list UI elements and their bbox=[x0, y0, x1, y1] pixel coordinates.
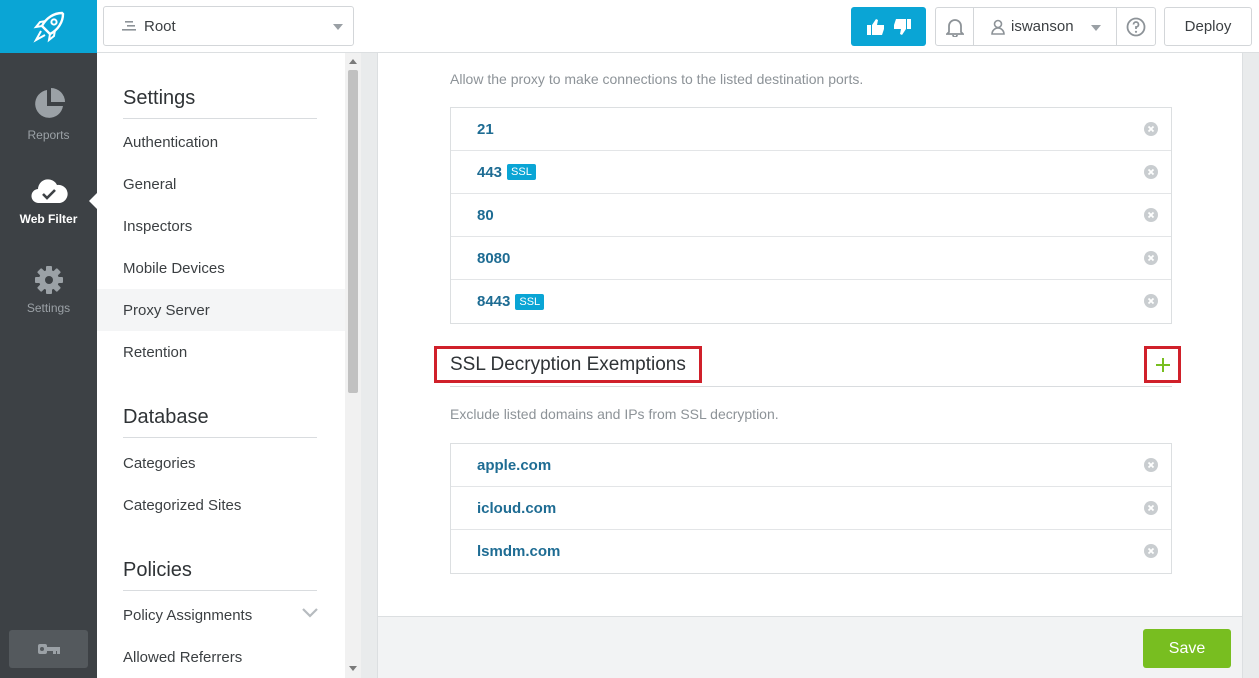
remove-icon[interactable] bbox=[1144, 122, 1158, 136]
help-button[interactable] bbox=[1116, 7, 1156, 46]
sidebar-item-categorized-sites[interactable]: Categorized Sites bbox=[97, 484, 345, 526]
port-value: 21 bbox=[477, 120, 494, 138]
ssl-exemptions-list: apple.com icloud.com lsmdm.com bbox=[450, 443, 1172, 574]
sidebar-item-allowed-referrers[interactable]: Allowed Referrers bbox=[97, 636, 345, 678]
sidebar-section-title: Settings bbox=[123, 87, 317, 119]
remove-icon[interactable] bbox=[1144, 165, 1158, 179]
hierarchy-icon bbox=[122, 21, 136, 31]
list-item: lsmdm.com bbox=[451, 530, 1171, 573]
ssl-badge: SSL bbox=[515, 293, 545, 310]
rail-item-label: Reports bbox=[27, 128, 70, 142]
port-value: 8080 bbox=[477, 249, 511, 267]
rail-item-settings[interactable]: Settings bbox=[0, 265, 97, 315]
username: iswanson bbox=[1011, 18, 1074, 35]
active-pointer bbox=[89, 193, 97, 209]
bell-icon bbox=[945, 18, 964, 37]
chevron-down-icon bbox=[333, 24, 343, 30]
app-logo[interactable] bbox=[0, 0, 97, 53]
sidebar-item-label: Policy Assignments bbox=[123, 606, 253, 624]
port-value: 443 bbox=[477, 163, 503, 181]
remove-icon[interactable] bbox=[1144, 251, 1158, 265]
root-label: Root bbox=[144, 17, 176, 35]
list-item: apple.com bbox=[451, 444, 1171, 487]
rail-item-label: Settings bbox=[26, 301, 71, 315]
list-item: 21 bbox=[451, 108, 1171, 151]
deploy-button[interactable]: Deploy bbox=[1164, 7, 1252, 46]
plus-icon bbox=[1155, 357, 1170, 372]
port-value: 80 bbox=[477, 206, 494, 224]
pie-chart-icon bbox=[34, 88, 65, 118]
remove-icon[interactable] bbox=[1144, 208, 1158, 222]
list-item: 80 bbox=[451, 194, 1171, 237]
sidebar-section-title: Database bbox=[123, 406, 317, 438]
remove-icon[interactable] bbox=[1144, 501, 1158, 515]
sidebar-item-retention[interactable]: Retention bbox=[97, 331, 345, 373]
chevron-down-icon bbox=[302, 608, 318, 618]
section-title: SSL Decryption Exemptions bbox=[434, 346, 702, 383]
sidebar-item-inspectors[interactable]: Inspectors bbox=[97, 205, 345, 247]
top-bar: Root iswanson Deploy bbox=[97, 0, 1259, 53]
rail-item-web-filter[interactable]: Web Filter bbox=[0, 176, 97, 226]
remove-icon[interactable] bbox=[1144, 294, 1158, 308]
sidebar-section-title: Policies bbox=[123, 559, 317, 591]
sidebar-item-proxy-server[interactable]: Proxy Server bbox=[97, 289, 345, 331]
user-menu[interactable]: iswanson bbox=[973, 7, 1117, 46]
user-icon bbox=[991, 19, 1005, 35]
help-icon bbox=[1126, 17, 1146, 36]
remove-icon[interactable] bbox=[1144, 544, 1158, 558]
sidebar-item-authentication[interactable]: Authentication bbox=[97, 121, 345, 163]
domain-value: apple.com bbox=[477, 456, 552, 474]
ssl-exemptions-description: Exclude listed domains and IPs from SSL … bbox=[450, 406, 779, 422]
proxy-server-panel: Allow the proxy to make connections to t… bbox=[377, 53, 1243, 678]
left-rail: Reports Web Filter Settings bbox=[0, 0, 97, 678]
root-selector[interactable]: Root bbox=[103, 6, 354, 46]
rocket-icon bbox=[32, 11, 64, 43]
scroll-up-arrow-icon[interactable] bbox=[349, 59, 357, 64]
remove-icon[interactable] bbox=[1144, 458, 1158, 472]
ssl-badge: SSL bbox=[507, 164, 536, 180]
add-exemption-button[interactable] bbox=[1144, 346, 1181, 383]
notifications-button[interactable] bbox=[935, 7, 974, 46]
scrollbar-thumb[interactable] bbox=[348, 70, 358, 393]
rail-item-reports[interactable]: Reports bbox=[0, 86, 97, 142]
cloud-check-icon bbox=[30, 179, 68, 204]
list-item: 8080 bbox=[451, 237, 1171, 280]
sidebar-item-categories[interactable]: Categories bbox=[97, 442, 345, 484]
ssl-exemptions-header: SSL Decryption Exemptions bbox=[434, 346, 1181, 387]
domain-value: icloud.com bbox=[477, 499, 557, 517]
thumbs-up-icon bbox=[866, 18, 884, 35]
form-footer: Save bbox=[377, 616, 1243, 678]
feedback-button[interactable] bbox=[851, 7, 926, 46]
list-item: 8443 SSL bbox=[451, 280, 1171, 323]
settings-sidebar: Settings Authentication General Inspecto… bbox=[97, 53, 345, 678]
sidebar-item-mobile-devices[interactable]: Mobile Devices bbox=[97, 247, 345, 289]
sidebar-item-general[interactable]: General bbox=[97, 163, 345, 205]
sidebar-item-policy-assignments[interactable]: Policy Assignments bbox=[97, 594, 345, 636]
list-item: icloud.com bbox=[451, 487, 1171, 530]
ports-description: Allow the proxy to make connections to t… bbox=[450, 71, 864, 87]
thumbs-down-icon bbox=[893, 18, 911, 35]
port-value: 8443 bbox=[477, 293, 511, 310]
rail-item-label: Web Filter bbox=[19, 212, 78, 226]
license-button[interactable] bbox=[9, 630, 88, 668]
ports-list: 21 443 SSL 80 8080 8443 SSL bbox=[450, 107, 1172, 324]
gear-icon bbox=[34, 266, 63, 294]
save-button[interactable]: Save bbox=[1143, 629, 1231, 668]
scroll-down-arrow-icon[interactable] bbox=[349, 666, 357, 671]
key-icon bbox=[37, 644, 60, 654]
chevron-down-icon bbox=[1091, 25, 1101, 31]
domain-value: lsmdm.com bbox=[477, 543, 561, 560]
list-item: 443 SSL bbox=[451, 151, 1171, 194]
